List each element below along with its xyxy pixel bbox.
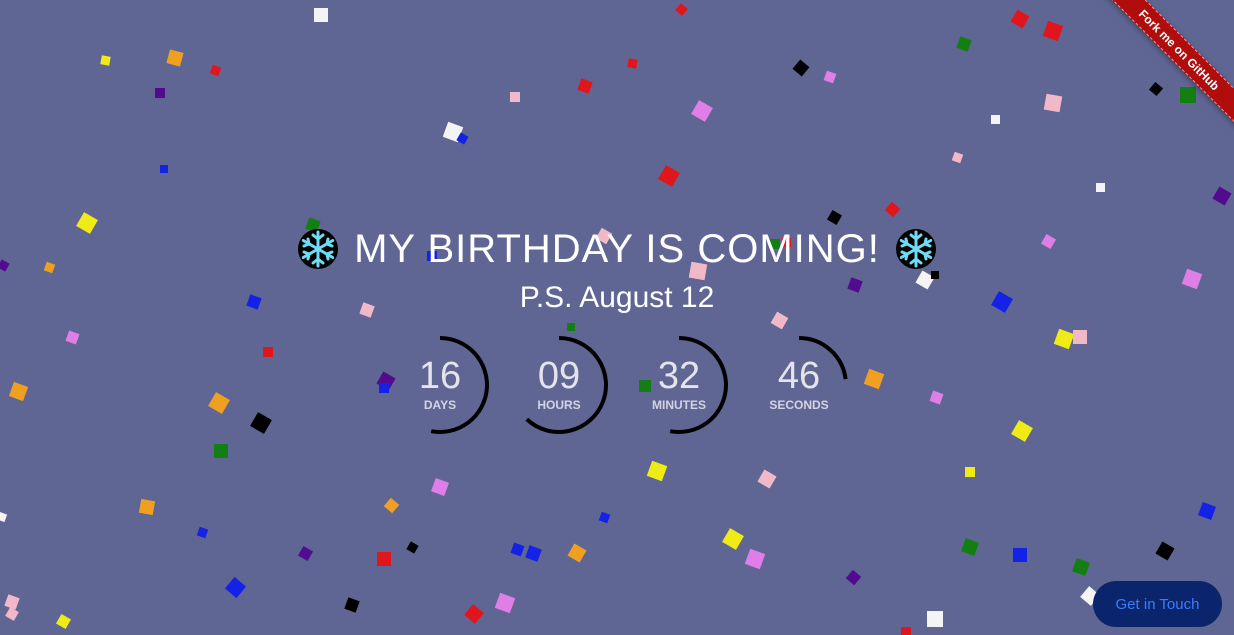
fork-on-github-ribbon[interactable]: Fork me on GitHub — [1096, 0, 1234, 133]
countdown-hours: 09 HOURS — [509, 330, 609, 440]
countdown-days-label: DAYS — [423, 398, 457, 412]
snowflake-icon — [894, 227, 938, 271]
countdown-seconds: 46 SECONDS — [749, 330, 849, 440]
get-in-touch-button[interactable]: Get in Touch — [1093, 581, 1222, 627]
countdown-minutes-label: MINUTES — [652, 398, 706, 412]
countdown-hours-label: HOURS — [537, 398, 581, 412]
countdown-seconds-value: 46 — [777, 355, 821, 397]
countdown-hours-value: 09 — [537, 355, 581, 397]
countdown-seconds-label: SECONDS — [769, 398, 829, 412]
countdown-days-value: 16 — [418, 355, 462, 397]
countdown-minutes-value: 32 — [657, 355, 701, 397]
snowflake-icon — [296, 227, 340, 271]
github-ribbon-container: Fork me on GitHub — [1084, 0, 1234, 150]
page-subtitle: P.S. August 12 — [519, 281, 715, 314]
page: MY BIRTHDAY IS COMING! P.S. August 12 16… — [0, 0, 1234, 635]
countdown-days: 16 DAYS — [390, 330, 490, 440]
main-content: MY BIRTHDAY IS COMING! P.S. August 12 16… — [0, 0, 1234, 635]
page-title: MY BIRTHDAY IS COMING! — [354, 227, 880, 271]
countdown-minutes: 32 MINUTES — [629, 330, 729, 440]
countdown: 16 DAYS 09 HOURS 32 MINUTES 46 SECONDS — [0, 330, 1234, 440]
page-title-row: MY BIRTHDAY IS COMING! — [0, 223, 1234, 275]
